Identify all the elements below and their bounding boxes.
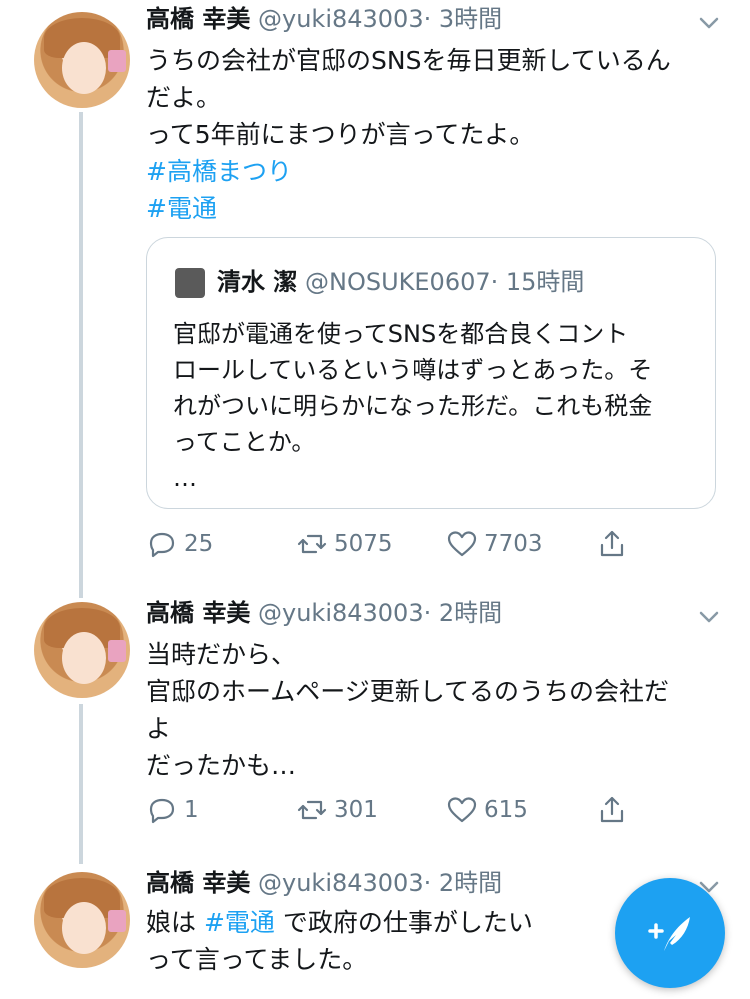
tweet-header: 高橋 幸美 @yuki843003· 3時間	[146, 4, 502, 34]
share-button[interactable]	[596, 790, 634, 830]
chevron-down-icon[interactable]	[698, 12, 720, 34]
avatar[interactable]	[34, 602, 130, 698]
tweet-text: うちの会社が官邸のSNSを毎日更新しているん だよ。 って5年前にまつりが言って…	[146, 42, 716, 227]
share-icon	[600, 796, 624, 823]
tweet-header: 高橋 幸美 @yuki843003· 2時間	[146, 868, 502, 898]
quoted-timestamp: · 15時間	[490, 268, 585, 296]
display-name[interactable]: 高橋 幸美	[146, 599, 250, 627]
tweet-header: 高橋 幸美 @yuki843003· 2時間	[146, 598, 502, 628]
quoted-header: 清水 潔 @NOSUKE0607· 15時間	[217, 266, 584, 298]
user-handle[interactable]: @yuki843003	[258, 869, 424, 897]
reply-icon	[149, 532, 175, 558]
hashtag-link[interactable]: #高橋まつり	[146, 153, 716, 190]
text-line: よ	[146, 714, 172, 743]
share-icon	[600, 530, 624, 557]
retweet-icon	[297, 800, 327, 820]
retweet-count: 5075	[334, 531, 393, 557]
compose-tweet-button[interactable]	[615, 878, 725, 988]
avatar[interactable]	[34, 12, 130, 108]
user-handle[interactable]: @yuki843003	[258, 599, 424, 627]
like-button[interactable]: 7703	[446, 524, 543, 564]
display-name[interactable]: 高橋 幸美	[146, 869, 250, 897]
hashtag-link[interactable]: #電通	[204, 908, 275, 937]
share-button[interactable]	[596, 524, 634, 564]
reply-icon	[149, 798, 175, 824]
tweet[interactable]: 高橋 幸美 @yuki843003· 3時間 うちの会社が官邸のSNSを毎日更新…	[0, 0, 750, 590]
like-button[interactable]: 615	[446, 790, 528, 830]
text-line: 官邸が電通を使ってSNSを都合良くコント	[173, 320, 629, 348]
action-bar: 1 301 615	[146, 790, 716, 830]
reply-button[interactable]: 1	[146, 790, 199, 830]
like-count: 615	[484, 797, 528, 823]
text-segment: で政府の仕事がしたい	[274, 908, 533, 937]
heart-icon	[447, 797, 477, 823]
chevron-down-icon[interactable]	[698, 606, 720, 628]
text-segment: 娘は	[146, 908, 204, 937]
display-name[interactable]: 高橋 幸美	[146, 5, 250, 33]
tweet[interactable]: 高橋 幸美 @yuki843003· 2時間 当時だから、 官邸のホームページ更…	[0, 590, 750, 860]
timestamp[interactable]: · 3時間	[424, 5, 503, 33]
reply-button[interactable]: 25	[146, 524, 213, 564]
text-line: って5年前にまつりが言ってたよ。	[146, 120, 535, 149]
quoted-text: 官邸が電通を使ってSNSを都合良くコント ロールしているという噂はずっとあった。…	[173, 316, 693, 496]
text-line: ってことか。	[173, 428, 316, 456]
reply-count: 1	[184, 797, 199, 823]
quoted-display-name: 清水 潔	[217, 268, 298, 296]
retweet-count: 301	[334, 797, 378, 823]
text-line: だよ。	[146, 83, 222, 112]
text-line: うちの会社が官邸のSNSを毎日更新しているん	[146, 46, 671, 75]
retweet-icon	[297, 534, 327, 554]
text-line: …	[173, 464, 197, 492]
text-line: れがついに明らかになった形だ。これも税金	[173, 392, 653, 420]
retweet-button[interactable]: 301	[296, 790, 378, 830]
quoted-handle: @NOSUKE0607	[305, 268, 491, 296]
text-line: 当時だから、	[146, 640, 297, 669]
timestamp[interactable]: · 2時間	[424, 599, 503, 627]
action-bar: 25 5075 7703	[146, 524, 716, 564]
timestamp[interactable]: · 2時間	[424, 869, 503, 897]
text-line: ロールしているという噂はずっとあった。そ	[173, 356, 653, 384]
reply-count: 25	[184, 531, 214, 557]
text-line: 官邸のホームページ更新してるのうちの会社だ	[146, 677, 670, 706]
quoted-tweet[interactable]: 清水 潔 @NOSUKE0607· 15時間 官邸が電通を使ってSNSを都合良く…	[146, 237, 716, 509]
tweet-text: 当時だから、 官邸のホームページ更新してるのうちの会社だ よ だったかも…	[146, 636, 716, 784]
hashtag-link[interactable]: #電通	[146, 190, 716, 227]
like-count: 7703	[484, 531, 543, 557]
quoted-avatar	[175, 268, 205, 298]
text-line: だったかも…	[146, 751, 297, 780]
retweet-button[interactable]: 5075	[296, 524, 393, 564]
user-handle[interactable]: @yuki843003	[258, 5, 424, 33]
heart-icon	[447, 531, 477, 557]
avatar[interactable]	[34, 872, 130, 968]
compose-feather-icon	[648, 917, 690, 951]
